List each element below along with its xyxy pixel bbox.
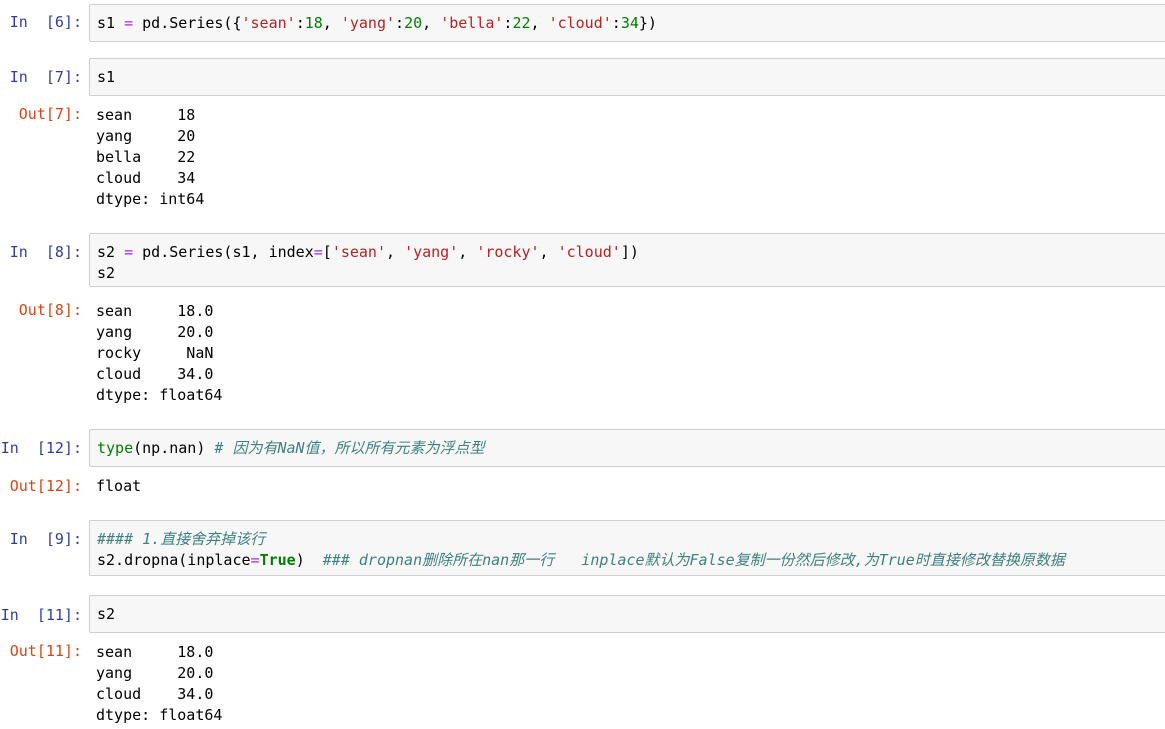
code-token: s2 xyxy=(97,243,125,261)
code-token: 22 xyxy=(512,14,531,32)
code-token: = xyxy=(124,243,134,261)
code-token: = xyxy=(124,14,134,32)
code-token: pd.Series(s1, index xyxy=(133,243,314,261)
code-input-cell[interactable]: #### 1.直接舍弃掉该行 s2.dropna(inplace=True) #… xyxy=(89,520,1165,576)
code-token: s1 xyxy=(97,14,125,32)
code-token: 'sean' xyxy=(331,243,386,261)
code-token: = xyxy=(313,243,323,261)
output-line: cloud 34.0 xyxy=(96,685,214,703)
code-line[interactable]: s2 xyxy=(97,604,115,625)
out-prompt: Out[8]: xyxy=(18,301,82,319)
code-token: s2 xyxy=(97,264,116,282)
code-input-cell[interactable]: s1 = pd.Series({'sean':18, 'yang':20, 'b… xyxy=(89,4,1165,42)
code-token: 'sean' xyxy=(241,14,296,32)
out-prompt: Out[7]: xyxy=(18,105,82,123)
code-token: }) xyxy=(638,14,657,32)
code-token: s2.dropna(inplace xyxy=(97,551,251,569)
code-token: 20 xyxy=(404,14,423,32)
code-input-cell[interactable]: s2 = pd.Series(s1, index=['sean', 'yang'… xyxy=(89,233,1165,287)
code-line[interactable]: s1 xyxy=(97,67,115,88)
in-prompt: In [12]: xyxy=(0,439,82,457)
code-line[interactable]: type(np.nan) # 因为有NaN值，所以所有元素为浮点型 xyxy=(97,438,485,459)
output-line: sean 18.0 xyxy=(96,643,214,661)
output-line: cloud 34 xyxy=(96,169,196,187)
code-line[interactable]: s2.dropna(inplace=True) ### dropnan删除所在n… xyxy=(97,550,1065,571)
output-line: dtype: int64 xyxy=(96,190,205,208)
code-token: type xyxy=(97,439,134,457)
in-prompt: In [8]: xyxy=(9,243,82,261)
code-token: s2 xyxy=(97,605,116,623)
code-token: : xyxy=(611,14,621,32)
code-token: (np.nan) xyxy=(133,439,215,457)
code-token: , xyxy=(539,243,558,261)
code-line[interactable]: #### 1.直接舍弃掉该行 xyxy=(97,529,265,550)
code-token: : xyxy=(395,14,405,32)
code-token: , xyxy=(422,14,441,32)
in-prompt: In [6]: xyxy=(9,13,82,31)
code-input-cell[interactable]: s2 xyxy=(89,595,1165,633)
code-token: 18 xyxy=(304,14,323,32)
code-input-cell[interactable]: type(np.nan) # 因为有NaN值，所以所有元素为浮点型 xyxy=(89,429,1165,467)
code-token: , xyxy=(322,14,341,32)
code-token: , xyxy=(386,243,405,261)
code-token: ### dropnan删除所在nan那一行 inplace默认为False复制一… xyxy=(322,551,1065,569)
code-token: , xyxy=(458,243,477,261)
output-line: sean 18 xyxy=(96,106,196,124)
code-token: 'yang' xyxy=(404,243,459,261)
code-input-cell[interactable]: s1 xyxy=(89,58,1165,96)
code-line[interactable]: s2 = pd.Series(s1, index=['sean', 'yang'… xyxy=(97,242,639,263)
code-token: 'cloud' xyxy=(548,14,612,32)
output-line: float xyxy=(96,477,142,495)
code-token: , xyxy=(530,14,549,32)
code-token: = xyxy=(250,551,260,569)
code-token: 'cloud' xyxy=(557,243,621,261)
in-prompt: In [9]: xyxy=(9,530,82,548)
code-token: [ xyxy=(322,243,332,261)
code-token: #### 1.直接舍弃掉该行 xyxy=(97,530,266,548)
code-token: pd.Series({ xyxy=(133,14,242,32)
out-prompt: Out[11]: xyxy=(9,642,82,660)
code-token: 'yang' xyxy=(340,14,396,32)
output-line: yang 20.0 xyxy=(96,664,214,682)
in-prompt: In [7]: xyxy=(9,68,82,86)
output-line: rocky NaN xyxy=(96,344,214,362)
output-line: yang 20.0 xyxy=(96,323,214,341)
code-line[interactable]: s2 xyxy=(97,263,115,284)
code-token: : xyxy=(295,14,305,32)
code-token: 34 xyxy=(620,14,639,32)
code-token: ) xyxy=(295,551,323,569)
code-line[interactable]: s1 = pd.Series({'sean':18, 'yang':20, 'b… xyxy=(97,13,657,34)
output-line: bella 22 xyxy=(96,148,196,166)
code-token: True xyxy=(259,551,296,569)
code-token: s1 xyxy=(97,68,116,86)
code-token: 'rocky' xyxy=(476,243,540,261)
output-line: cloud 34.0 xyxy=(96,365,214,383)
code-token: ]) xyxy=(620,243,639,261)
out-prompt: Out[12]: xyxy=(9,477,82,495)
code-token: 'bella' xyxy=(440,14,504,32)
output-line: dtype: float64 xyxy=(96,386,223,404)
output-line: sean 18.0 xyxy=(96,302,214,320)
output-line: yang 20 xyxy=(96,127,196,145)
in-prompt: In [11]: xyxy=(0,606,82,624)
code-token: # 因为有NaN值，所以所有元素为浮点型 xyxy=(214,439,485,457)
output-line: dtype: float64 xyxy=(96,706,223,724)
